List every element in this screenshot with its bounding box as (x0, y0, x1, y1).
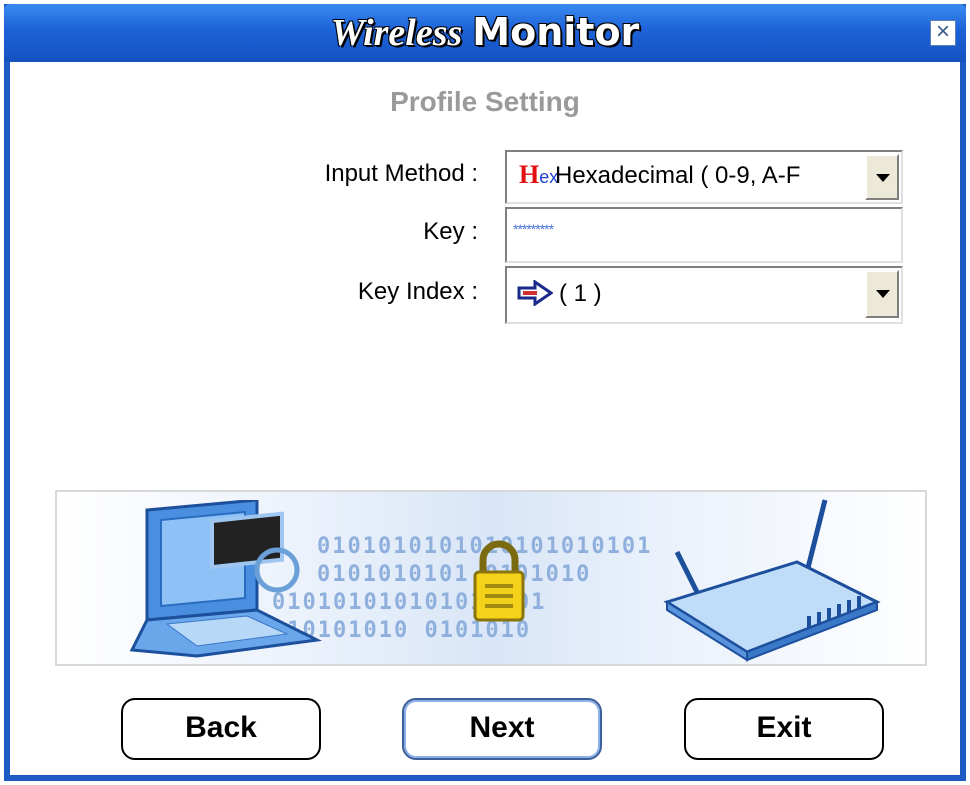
next-button[interactable]: Next (402, 698, 602, 760)
laptop-icon (129, 500, 323, 658)
input-method-value: Hexadecimal ( 0-9, A-F (555, 162, 801, 189)
hex-icon: Hex (519, 160, 558, 190)
title-monitor: Monitor (472, 10, 640, 54)
close-button[interactable]: × (930, 20, 956, 46)
chevron-down-icon[interactable] (865, 154, 899, 200)
key-input[interactable]: ********* (505, 207, 903, 263)
binary-row: 0101010101 0101010 (317, 562, 592, 587)
chevron-down-icon[interactable] (865, 270, 899, 318)
key-index-label: Key Index : (357, 278, 478, 305)
input-method-select[interactable]: Hex Hexadecimal ( 0-9, A-F (505, 150, 903, 204)
key-index-select[interactable]: ( 1 ) (505, 266, 903, 324)
arrow-right-icon (517, 280, 553, 306)
back-button[interactable]: Back (121, 698, 321, 760)
key-index-value: ( 1 ) (559, 280, 602, 307)
window-title: Wireless Monitor (4, 10, 966, 55)
close-icon: × (935, 18, 950, 45)
router-icon (663, 499, 881, 662)
exit-button[interactable]: Exit (684, 698, 884, 760)
security-banner: 0101010101010101010101 0101010101 010101… (55, 490, 927, 666)
key-label: Key : (423, 218, 478, 245)
hex-icon-h: H (519, 160, 540, 189)
lock-icon (473, 540, 525, 622)
key-value: ********* (513, 221, 554, 237)
title-bar: Wireless Monitor × (4, 4, 966, 62)
title-wireless: Wireless (330, 12, 463, 54)
page-heading: Profile Setting (390, 86, 580, 117)
input-method-label: Input Method : (324, 160, 478, 187)
